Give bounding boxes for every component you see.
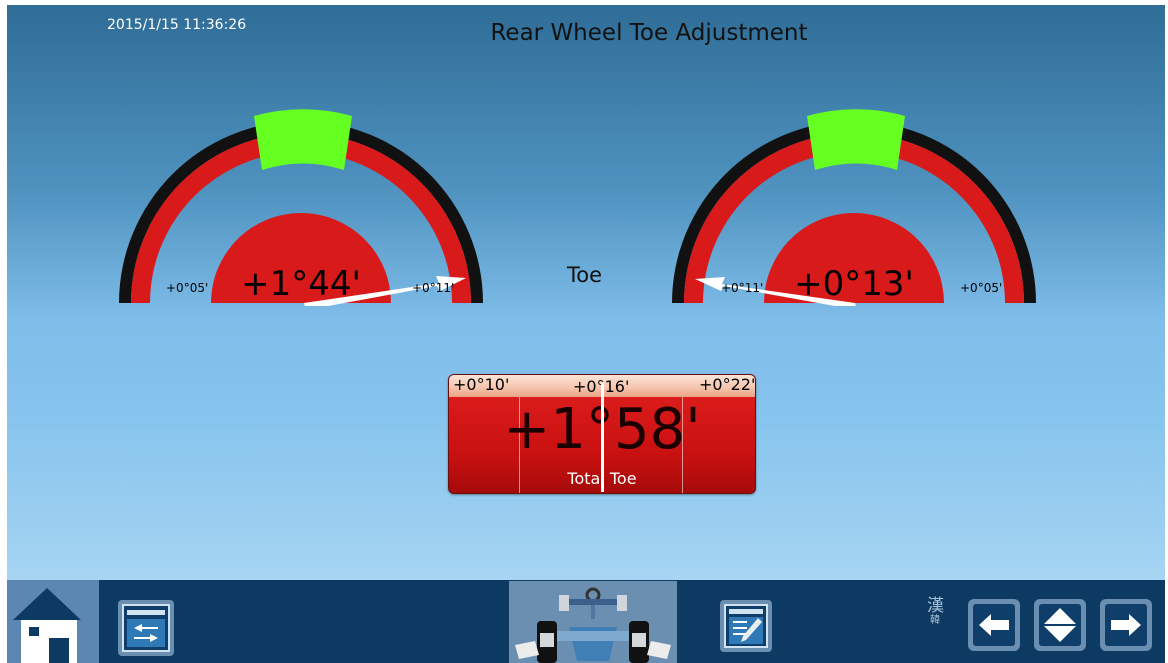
swap-arrows-icon <box>118 600 174 656</box>
report-edit-icon <box>720 600 772 652</box>
report-button[interactable] <box>718 598 774 658</box>
left-toe-gauge: +0°05' +0°11' +1°44' <box>114 98 488 306</box>
total-toe-label: Total Toe <box>567 469 637 488</box>
bottom-toolbar: 漢 韓 <box>7 580 1165 663</box>
toggle-view-button[interactable] <box>1033 598 1087 656</box>
arrow-right-icon <box>1100 599 1152 651</box>
vehicle-chassis-icon <box>509 581 677 663</box>
page-title: Rear Wheel Toe Adjustment <box>490 20 808 46</box>
back-button[interactable] <box>967 598 1021 656</box>
switch-view-button[interactable] <box>116 598 176 662</box>
home-button[interactable] <box>7 580 99 663</box>
scale-tick-low: +0°10' <box>453 375 510 394</box>
right-toe-gauge: +0°11' +0°05' +0°13' <box>667 98 1041 306</box>
diamond-icon <box>1034 599 1086 651</box>
right-toe-value: +0°13' <box>794 264 914 304</box>
language-sub-char: 韓 <box>930 615 940 626</box>
left-toe-value: +1°44' <box>241 264 361 304</box>
total-toe-panel: +0°10' +0°16' +0°22' +1°58' Total Toe <box>448 374 756 494</box>
toe-label: Toe <box>567 263 603 287</box>
arrow-left-icon <box>968 599 1020 651</box>
language-switch[interactable]: 漢 韓 <box>927 597 944 627</box>
language-char: 漢 <box>927 596 944 616</box>
vehicle-view-button[interactable] <box>509 581 677 663</box>
next-button[interactable] <box>1099 598 1153 656</box>
scale-tick-high: +0°22' <box>699 375 756 394</box>
alignment-screen: 2015/1/15 11:36:26 Rear Wheel Toe Adjust… <box>7 5 1165 663</box>
home-icon <box>13 588 81 663</box>
